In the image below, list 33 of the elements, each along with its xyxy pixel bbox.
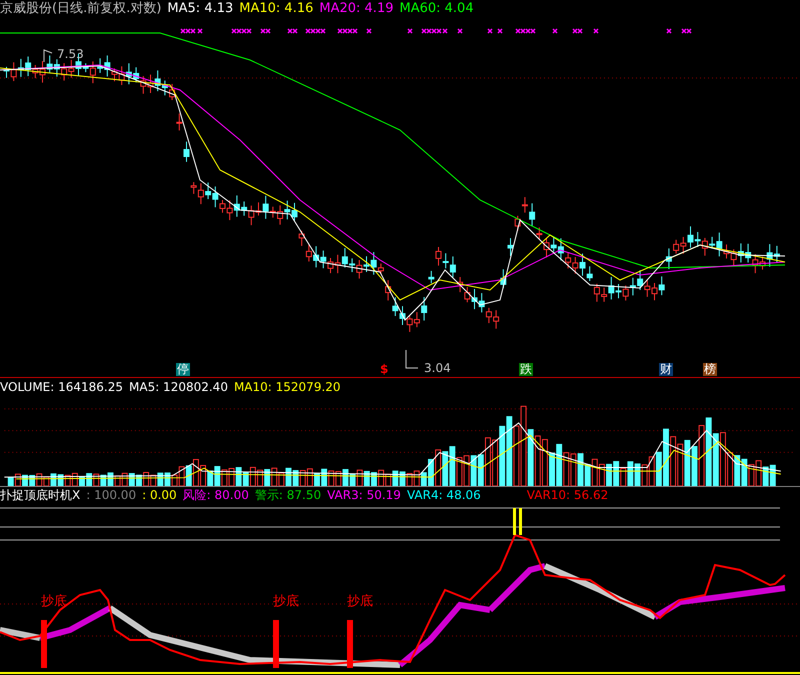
- low-price-label: 3.04: [424, 361, 451, 375]
- indicator-value: : 0.00: [142, 489, 177, 501]
- stock-title: 京威股份(日线.前复权.对数): [0, 2, 162, 15]
- high-price-label: 7.53: [57, 47, 84, 61]
- event-badge: 跌: [519, 363, 533, 376]
- event-badge: 停: [176, 363, 190, 376]
- indicator-value: MA60: 4.04: [399, 2, 474, 15]
- indicator-value: VAR3: 50.19: [327, 489, 401, 501]
- signal-bar: [273, 620, 279, 668]
- leader-line: [406, 350, 418, 368]
- signal-bar: [41, 620, 47, 668]
- signal-bar: [513, 508, 516, 535]
- event-badge: 财: [659, 363, 673, 376]
- volume-value: VOLUME: 164186.25: [0, 380, 123, 392]
- signal-bar: [519, 508, 522, 535]
- indicator-value: : 100.00: [86, 489, 136, 501]
- indicator-value: 警示: 87.50: [254, 489, 322, 501]
- signal-bar: [347, 620, 353, 668]
- indicator-value: 风险: 80.00: [182, 489, 249, 501]
- indicator-value: MA10: 4.16: [239, 2, 314, 15]
- indicator-value: VAR4: 48.06: [406, 489, 481, 501]
- indicator-value: MA5: 4.13: [167, 2, 234, 15]
- indicator-value: MA20: 4.19: [319, 2, 394, 15]
- volume-value: MA5: 120802.40: [129, 380, 228, 392]
- bottom-signal-label: 抄底: [273, 595, 299, 608]
- bottom-signal-label: 抄底: [41, 595, 67, 608]
- volume-value: MA10: 152079.20: [234, 380, 341, 392]
- indicator-value: 扑捉顶底时机X: [0, 489, 80, 501]
- leader-line: [44, 49, 52, 62]
- event-badge: 榜: [703, 363, 717, 376]
- bottom-signal-label: 抄底: [347, 595, 373, 608]
- indicator-value: VAR10: 56.62: [526, 489, 608, 501]
- event-glyph: $: [380, 363, 388, 376]
